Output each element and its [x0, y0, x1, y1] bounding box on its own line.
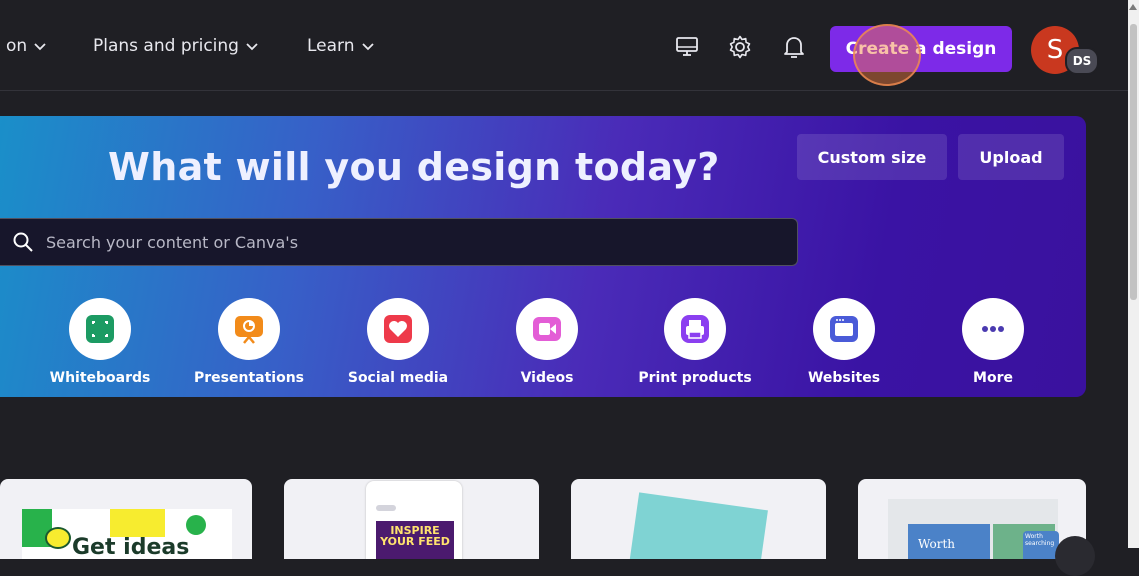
category-more[interactable]: More: [923, 298, 1063, 386]
create-design-button[interactable]: Create a design: [830, 26, 1012, 72]
card-text: Worth: [918, 537, 956, 551]
website-icon: [813, 298, 875, 360]
top-navigation: on Plans and pricing Learn Create a desi…: [0, 0, 1128, 91]
template-card-print[interactable]: Worth Worth searching: [858, 479, 1086, 559]
nav-item-plans-pricing[interactable]: Plans and pricing: [93, 36, 259, 56]
category-label: Presentations: [193, 370, 304, 386]
create-design-label: Create a design: [845, 39, 997, 59]
team-badge-label: DS: [1072, 54, 1092, 68]
category-presentations[interactable]: Presentations: [179, 298, 319, 386]
card-text: INSPIRE YOUR FEED: [380, 524, 450, 548]
chevron-down-icon: [246, 43, 258, 51]
bell-icon[interactable]: [781, 34, 807, 60]
template-card-docs[interactable]: [571, 479, 826, 559]
upload-label: Upload: [979, 147, 1043, 167]
template-card-ideas[interactable]: Get ideas: [0, 479, 252, 559]
nav-item-label: Learn: [307, 36, 355, 56]
chevron-down-icon: [34, 43, 46, 51]
more-icon: [962, 298, 1024, 360]
nav-item-partial[interactable]: on: [6, 36, 47, 56]
desktop-icon[interactable]: [674, 34, 700, 60]
page-title: What will you design today?: [108, 145, 720, 189]
nav-item-learn[interactable]: Learn: [307, 36, 375, 56]
category-label: More: [973, 370, 1013, 386]
category-whiteboards[interactable]: Whiteboards: [30, 298, 170, 386]
team-badge[interactable]: DS: [1065, 47, 1099, 75]
search-icon: [13, 232, 33, 252]
nav-item-label: Plans and pricing: [93, 36, 239, 56]
card-text: Get ideas: [72, 535, 190, 559]
smiley-sticker: [45, 527, 71, 549]
category-label: Websites: [807, 370, 881, 386]
category-social-media[interactable]: Social media: [328, 298, 468, 386]
heart-icon: [367, 298, 429, 360]
custom-size-label: Custom size: [817, 147, 927, 167]
video-icon: [516, 298, 578, 360]
help-button[interactable]: [1055, 536, 1095, 576]
category-label: Videos: [520, 370, 574, 386]
presentation-icon: [218, 298, 280, 360]
template-card-social[interactable]: INSPIRE YOUR FEED: [284, 479, 539, 559]
gear-icon[interactable]: [727, 34, 753, 60]
page-scrollbar[interactable]: [1128, 0, 1139, 548]
scroll-thumb[interactable]: [1130, 24, 1137, 300]
category-print-products[interactable]: Print products: [625, 298, 765, 386]
category-videos[interactable]: Videos: [477, 298, 617, 386]
nav-item-label: on: [6, 36, 28, 56]
category-label: Social media: [347, 370, 449, 386]
chevron-down-icon: [361, 43, 374, 51]
star-sticker: [186, 515, 206, 535]
custom-size-button[interactable]: Custom size: [797, 134, 947, 180]
avatar-initial: S: [1046, 35, 1064, 65]
category-label: Print products: [638, 370, 752, 386]
search-input[interactable]: [44, 231, 748, 253]
card-small-text: Worth searching: [1023, 531, 1059, 559]
category-label: Whiteboards: [49, 370, 151, 386]
search-bar: [0, 218, 798, 266]
upload-button[interactable]: Upload: [958, 134, 1064, 180]
whiteboard-icon: [69, 298, 131, 360]
scroll-up-arrow[interactable]: [1129, 4, 1137, 10]
printer-icon: [664, 298, 726, 360]
category-websites[interactable]: Websites: [774, 298, 914, 386]
